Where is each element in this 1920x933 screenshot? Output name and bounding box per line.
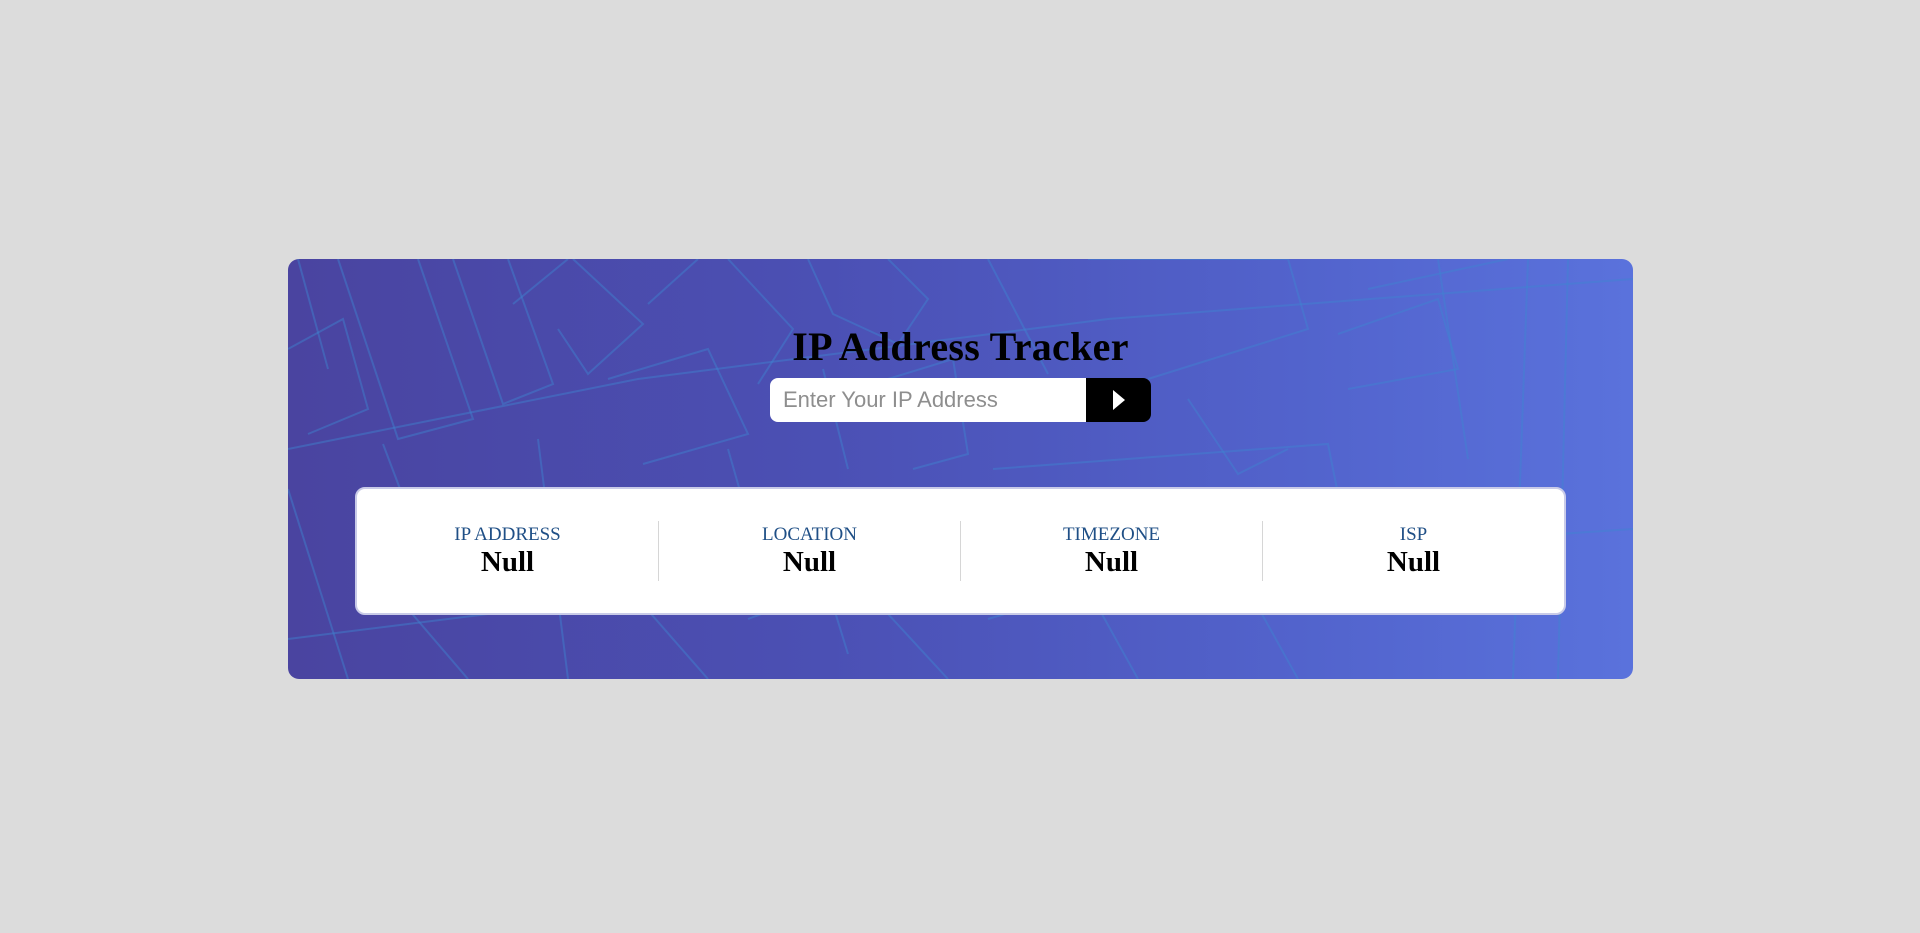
info-value: Null xyxy=(782,546,837,578)
search-submit-button[interactable] xyxy=(1086,378,1151,422)
info-value: Null xyxy=(1084,546,1139,578)
info-value: Null xyxy=(1386,546,1441,578)
info-label: TIMEZONE xyxy=(1062,524,1161,545)
page-title: IP Address Tracker xyxy=(792,324,1129,369)
hero-banner: IP Address Tracker IP ADDRESS Null LOCAT… xyxy=(288,259,1633,679)
ip-info-card: IP ADDRESS Null LOCATION Null TIMEZONE N… xyxy=(355,487,1566,615)
info-ip-address: IP ADDRESS Null xyxy=(357,521,658,581)
ip-search-form xyxy=(770,378,1151,422)
info-timezone: TIMEZONE Null xyxy=(960,521,1262,581)
info-location: LOCATION Null xyxy=(658,521,960,581)
map-pattern-background xyxy=(288,259,1633,679)
info-label: ISP xyxy=(1399,524,1428,545)
info-isp: ISP Null xyxy=(1262,521,1564,581)
ip-address-input[interactable] xyxy=(770,378,1086,422)
info-label: LOCATION xyxy=(762,524,857,545)
play-arrow-icon xyxy=(1112,390,1125,410)
info-label: IP ADDRESS xyxy=(454,524,561,545)
info-value: Null xyxy=(480,546,535,578)
